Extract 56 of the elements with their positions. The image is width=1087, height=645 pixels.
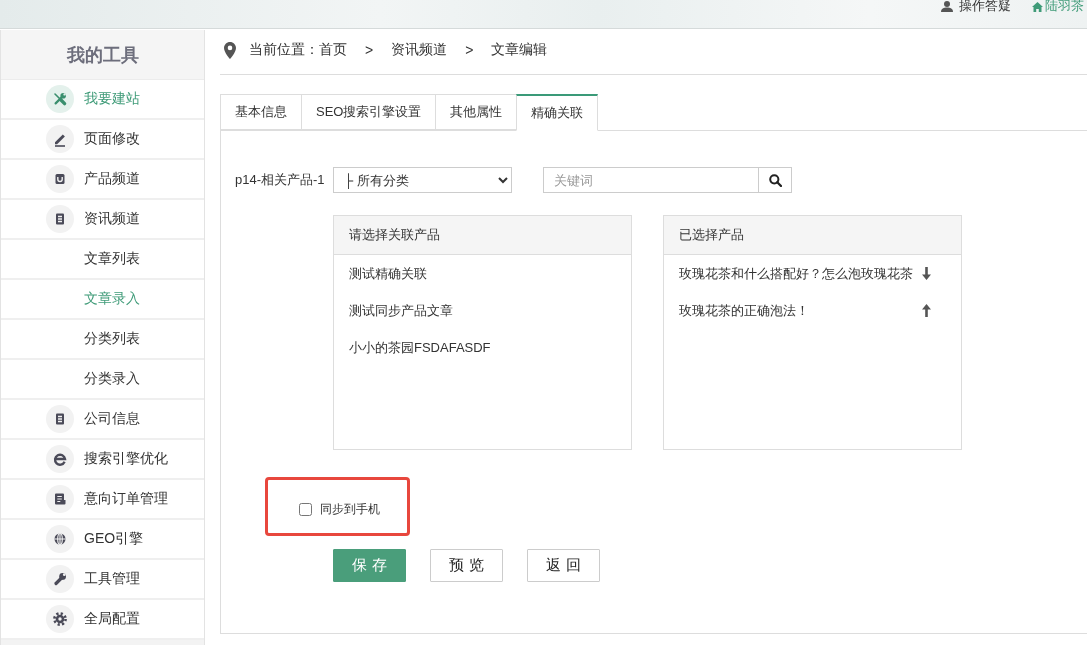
browser-e-icon (46, 445, 74, 473)
tab[interactable]: SEO搜索引擎设置 (301, 94, 437, 130)
sync-checkbox[interactable] (299, 503, 312, 516)
pencil-icon (46, 125, 74, 153)
tools-icon (46, 85, 74, 113)
location-pin-icon (224, 41, 236, 59)
search-icon (768, 173, 782, 187)
home-icon (1032, 1, 1043, 12)
arrow-down-icon[interactable] (922, 267, 931, 280)
user-icon (941, 1, 953, 12)
action-button[interactable]: 预览 (430, 549, 503, 582)
sidebar-item[interactable]: GEO引擎 (1, 520, 204, 560)
breadcrumb-link[interactable]: 首页 (319, 41, 347, 59)
sidebar-subitem[interactable]: 分类录入 (1, 360, 204, 400)
sidebar-item[interactable]: 公司信息 (1, 400, 204, 440)
receipt-icon (46, 485, 74, 513)
sidebar-item[interactable]: 工具管理 (1, 560, 204, 600)
sidebar-subitem[interactable]: 分类列表 (1, 320, 204, 360)
category-select[interactable]: ├ 所有分类 (333, 167, 512, 193)
arrow-up-icon[interactable] (922, 304, 931, 317)
list-item[interactable]: 测试精确关联 (334, 255, 631, 292)
gear-icon (46, 605, 74, 633)
breadcrumb-separator: > (464, 42, 475, 58)
sidebar-item[interactable]: 全局配置 (1, 600, 204, 640)
sidebar-item[interactable]: 意向订单管理 (1, 480, 204, 520)
keyword-input[interactable]: 关键词 (543, 167, 759, 193)
list-item[interactable]: 玫瑰花茶和什么搭配好？怎么泡玫瑰花茶 (679, 264, 922, 283)
sidebar-item[interactable]: 产品频道 (1, 160, 204, 200)
sidebar-subitem[interactable]: 文章录入 (1, 280, 204, 320)
sidebar-item[interactable]: 页面修改 (1, 120, 204, 160)
sidebar-item[interactable]: 搜索引擎优化 (1, 440, 204, 480)
checkbox-label: 同步到手机 (320, 501, 380, 518)
box-icon (46, 165, 74, 193)
list-item[interactable]: 玫瑰花茶的正确泡法！ (679, 301, 922, 320)
breadcrumb-link[interactable]: 资讯频道 (391, 41, 448, 59)
tab[interactable]: 基本信息 (220, 94, 302, 130)
list-header: 请选择关联产品 (334, 216, 631, 255)
tab[interactable]: 其他属性 (435, 94, 518, 130)
location-label: 当前位置： (249, 41, 319, 59)
document-icon (46, 205, 74, 233)
field-label: p14-相关产品-1 (235, 171, 326, 189)
sidebar-item[interactable]: 我要建站 (1, 80, 204, 120)
tab[interactable]: 精确关联 (516, 94, 599, 131)
search-button[interactable] (759, 167, 792, 193)
document-icon (46, 405, 74, 433)
sidebar-subitem[interactable]: 文章列表 (1, 240, 204, 280)
list-header: 已选择产品 (664, 216, 961, 255)
wrench-icon (46, 565, 74, 593)
list-item[interactable]: 测试同步产品文章 (334, 292, 631, 329)
list-item[interactable]: 小小的茶园FSDAFASDF (334, 329, 631, 366)
breadcrumb-separator: > (364, 42, 375, 58)
action-button[interactable]: 返回 (527, 549, 600, 582)
sidebar-item[interactable]: 资讯频道 (1, 200, 204, 240)
breadcrumb-current: 文章编辑 (491, 41, 548, 59)
header-link[interactable]: 操作答疑 (941, 0, 1011, 13)
globe-icon (46, 525, 74, 553)
